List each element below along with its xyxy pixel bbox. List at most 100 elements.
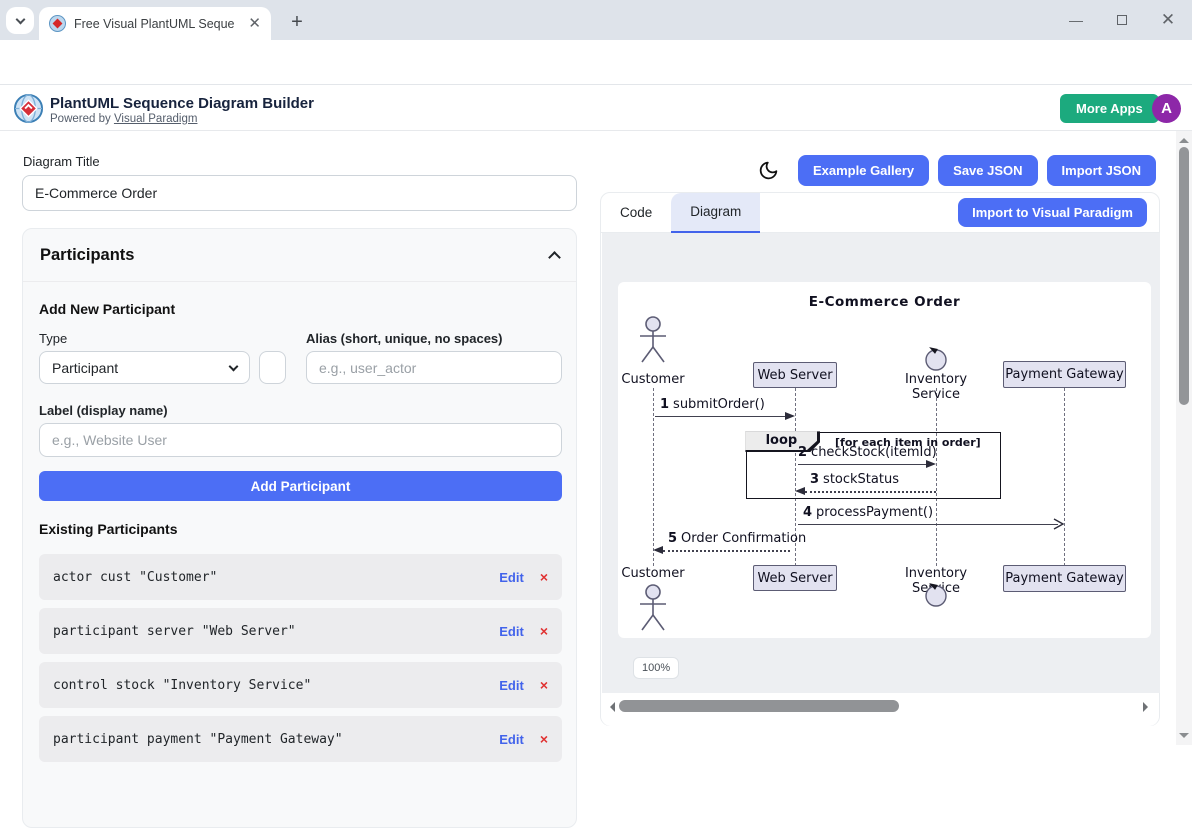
add-participant-button[interactable]: Add Participant <box>39 471 562 501</box>
delete-participant-icon[interactable]: × <box>540 623 548 639</box>
scroll-left-icon[interactable] <box>605 702 615 712</box>
message-4-line <box>798 524 1058 525</box>
right-toolbar: Example Gallery Save JSON Import JSON <box>600 155 1156 186</box>
panel-tabbar: Code Diagram Import to Visual Paradigm <box>601 193 1159 233</box>
message-2: 2checkStock(itemId) <box>798 445 933 460</box>
chevron-down-icon <box>229 361 239 371</box>
participant-box-web-server-bottom: Web Server <box>753 565 837 591</box>
window-close-button[interactable]: ✕ <box>1145 10 1191 30</box>
edit-participant-link[interactable]: Edit <box>499 570 524 585</box>
open-arrowhead-icon <box>1052 517 1065 531</box>
powered-by: Powered by Visual Paradigm <box>50 113 197 125</box>
arrowhead-icon <box>795 487 805 495</box>
display-name-label: Label (display name) <box>39 403 168 418</box>
message-3-line <box>805 491 936 493</box>
participant-row: control stock "Inventory Service" Edit × <box>39 662 562 708</box>
sequence-diagram-canvas: E-Commerce Order Customer Web Server Inv… <box>618 282 1151 638</box>
participant-type-value: Participant <box>52 360 118 376</box>
participant-code: participant payment "Payment Gateway" <box>53 732 343 747</box>
alias-label: Alias (short, unique, no spaces) <box>306 331 502 346</box>
horizontal-scrollbar[interactable] <box>601 693 1159 726</box>
message-3: 3stockStatus <box>810 472 899 487</box>
alias-input[interactable] <box>306 351 562 384</box>
participant-code: control stock "Inventory Service" <box>53 678 311 693</box>
import-json-button[interactable]: Import JSON <box>1047 155 1156 186</box>
lifeline-customer <box>653 388 654 566</box>
message-4: 4processPayment() <box>803 505 933 520</box>
vertical-scrollbar[interactable] <box>1176 131 1192 745</box>
message-5-line <box>663 550 790 552</box>
chevron-down-icon <box>15 14 25 24</box>
participants-title: Participants <box>40 246 134 265</box>
horizontal-scroll-thumb[interactable] <box>619 700 899 712</box>
tab-search-button[interactable] <box>6 7 34 34</box>
participant-box-payment-gateway-bottom: Payment Gateway <box>1003 565 1126 592</box>
visual-paradigm-link[interactable]: Visual Paradigm <box>114 113 198 125</box>
control-icon <box>922 342 950 372</box>
delete-participant-icon[interactable]: × <box>540 677 548 693</box>
arrowhead-icon <box>926 460 936 468</box>
scroll-up-icon[interactable] <box>1179 133 1189 143</box>
control-icon <box>922 582 950 612</box>
message-5: 5Order Confirmation <box>668 531 806 546</box>
tab-diagram[interactable]: Diagram <box>671 193 760 233</box>
loop-fragment: loop [for each item in order] <box>746 432 1001 499</box>
participant-row: actor cust "Customer" Edit × <box>39 554 562 600</box>
scroll-down-icon[interactable] <box>1179 733 1189 743</box>
user-avatar[interactable]: A <box>1152 94 1181 123</box>
browser-tabstrip: Free Visual PlantUML Sequence ✕ + — ✕ <box>0 0 1192 40</box>
participant-row: participant payment "Payment Gateway" Ed… <box>39 716 562 762</box>
diagram-title: E-Commerce Order <box>618 294 1151 310</box>
participant-label-customer-bottom: Customer <box>618 566 688 581</box>
window-maximize-button[interactable] <box>1099 12 1145 28</box>
save-json-button[interactable]: Save JSON <box>938 155 1037 186</box>
moon-icon <box>758 160 779 181</box>
browser-toolbar: ← → ai-toolbox.visual-paradigm.com/app/p… <box>0 40 1192 85</box>
message-1-line <box>655 416 785 417</box>
tab-code[interactable]: Code <box>601 193 671 233</box>
actor-icon <box>635 582 671 634</box>
lifeline-payment-gateway <box>1064 388 1065 566</box>
zoom-level-badge: 100% <box>633 657 679 679</box>
app-title: PlantUML Sequence Diagram Builder <box>50 95 314 112</box>
participant-color-box[interactable] <box>259 351 286 384</box>
delete-participant-icon[interactable]: × <box>540 569 548 585</box>
scroll-right-icon[interactable] <box>1143 702 1153 712</box>
type-label: Type <box>39 331 67 346</box>
participant-box-web-server: Web Server <box>753 362 837 388</box>
arrowhead-icon <box>785 412 795 420</box>
edit-participant-link[interactable]: Edit <box>499 732 524 747</box>
example-gallery-button[interactable]: Example Gallery <box>798 155 929 186</box>
collapse-chevron-icon[interactable] <box>548 251 561 264</box>
new-tab-button[interactable]: + <box>283 8 311 36</box>
actor-icon <box>635 315 671 365</box>
diagram-title-label: Diagram Title <box>23 154 100 169</box>
participants-header[interactable]: Participants <box>23 229 576 282</box>
participants-list: actor cust "Customer" Edit × participant… <box>39 554 562 762</box>
browser-tab[interactable]: Free Visual PlantUML Sequence ✕ <box>39 7 271 40</box>
add-new-participant-title: Add New Participant <box>39 301 175 317</box>
participant-label-inventory-service: Inventory Service <box>881 372 991 402</box>
participant-box-payment-gateway: Payment Gateway <box>1003 361 1126 388</box>
diagram-title-input[interactable] <box>22 175 577 211</box>
participant-row: participant server "Web Server" Edit × <box>39 608 562 654</box>
window-minimize-button[interactable]: — <box>1053 12 1099 28</box>
display-name-input[interactable] <box>39 423 562 457</box>
import-to-visual-paradigm-button[interactable]: Import to Visual Paradigm <box>958 198 1147 227</box>
vertical-scroll-thumb[interactable] <box>1179 147 1189 405</box>
diagram-panel: Code Diagram Import to Visual Paradigm E… <box>600 192 1160 726</box>
tab-title: Free Visual PlantUML Sequence <box>74 17 234 31</box>
participant-label-customer: Customer <box>618 372 688 387</box>
tab-close-icon[interactable]: ✕ <box>248 16 261 31</box>
dark-mode-toggle[interactable] <box>758 160 779 181</box>
message-1: 1submitOrder() <box>660 397 765 412</box>
arrowhead-icon <box>653 546 663 554</box>
participant-code: actor cust "Customer" <box>53 570 217 585</box>
message-2-line <box>798 464 926 465</box>
edit-participant-link[interactable]: Edit <box>499 678 524 693</box>
more-apps-button[interactable]: More Apps <box>1060 94 1159 123</box>
participant-code: participant server "Web Server" <box>53 624 296 639</box>
visual-paradigm-logo <box>13 93 44 129</box>
edit-participant-link[interactable]: Edit <box>499 624 524 639</box>
participant-type-select[interactable]: Participant <box>39 351 250 384</box>
